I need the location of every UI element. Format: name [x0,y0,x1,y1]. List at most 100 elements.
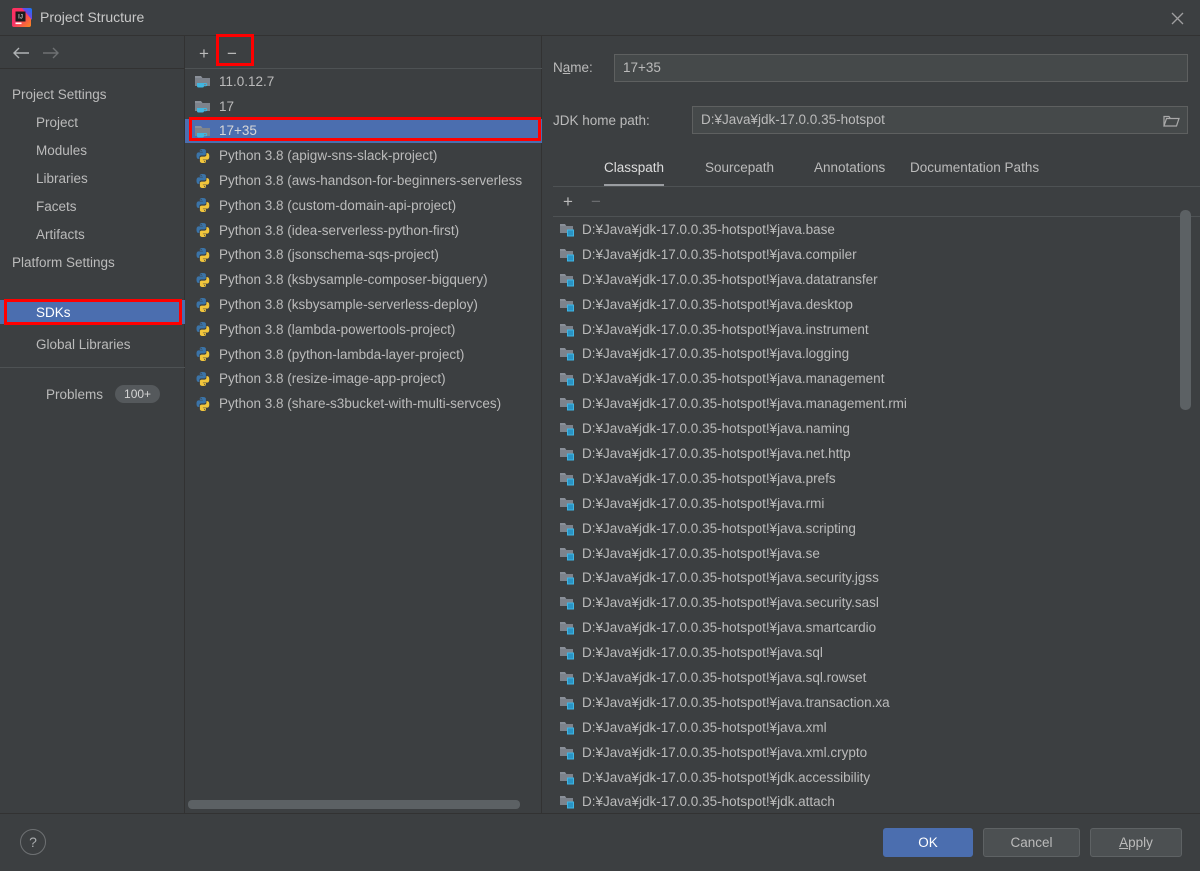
classpath-list-item[interactable]: D:¥Java¥jdk-17.0.0.35-hotspot!¥java.smar… [553,615,1200,640]
classpath-item-label: D:¥Java¥jdk-17.0.0.35-hotspot!¥jdk.attac… [582,794,835,810]
classpath-list-item[interactable]: D:¥Java¥jdk-17.0.0.35-hotspot!¥java.se [553,541,1200,566]
sdk-list-item[interactable]: Python 3.8 (lambda-powertools-project) [185,317,542,342]
classpath-list-item[interactable]: D:¥Java¥jdk-17.0.0.35-hotspot!¥java.rmi [553,491,1200,516]
classpath-list-item[interactable]: D:¥Java¥jdk-17.0.0.35-hotspot!¥java.net.… [553,441,1200,466]
classpath-list-item[interactable]: D:¥Java¥jdk-17.0.0.35-hotspot!¥jdk.attac… [553,789,1200,814]
sdk-list-item[interactable]: Python 3.8 (apigw-sns-slack-project) [185,143,542,168]
classpath-list-item[interactable]: D:¥Java¥jdk-17.0.0.35-hotspot!¥java.secu… [553,590,1200,615]
sdk-list-item[interactable]: Python 3.8 (jsonschema-sqs-project) [185,243,542,268]
classpath-list-item[interactable]: D:¥Java¥jdk-17.0.0.35-hotspot!¥java.sql [553,640,1200,665]
classpath-list-item[interactable]: D:¥Java¥jdk-17.0.0.35-hotspot!¥java.base [553,217,1200,242]
help-button[interactable]: ? [20,829,46,855]
sdk-list-item-label: Python 3.8 (apigw-sns-slack-project) [219,148,438,164]
classpath-list-item[interactable]: D:¥Java¥jdk-17.0.0.35-hotspot!¥java.mana… [553,391,1200,416]
classpath-list-item[interactable]: D:¥Java¥jdk-17.0.0.35-hotspot!¥java.secu… [553,565,1200,590]
classpath-item-label: D:¥Java¥jdk-17.0.0.35-hotspot!¥java.sql.… [582,669,867,685]
arrow-left-icon[interactable] [8,43,34,63]
intellij-idea-logo-icon: IJ [11,7,32,28]
add-sdk-button[interactable]: + [193,42,215,64]
classpath-list-item[interactable]: D:¥Java¥jdk-17.0.0.35-hotspot!¥java.xml [553,715,1200,740]
sdk-list-item-label: Python 3.8 (ksbysample-serverless-deploy… [219,297,478,313]
classpath-list-item[interactable]: D:¥Java¥jdk-17.0.0.35-hotspot!¥jdk.acces… [553,765,1200,790]
add-classpath-button[interactable]: + [557,192,579,212]
sidebar-item-label: SDKs [36,304,71,320]
ok-button[interactable]: OK [883,828,973,857]
sidebar-item-modules[interactable]: Modules [0,136,185,164]
classpath-list-item[interactable]: D:¥Java¥jdk-17.0.0.35-hotspot!¥java.mana… [553,366,1200,391]
sdk-list-item-label: 17+35 [219,123,257,139]
classpath-list-item[interactable]: D:¥Java¥jdk-17.0.0.35-hotspot!¥java.logg… [553,341,1200,366]
classpath-item-label: D:¥Java¥jdk-17.0.0.35-hotspot!¥java.secu… [582,595,879,611]
sdk-list-item[interactable]: Python 3.8 (ksbysample-serverless-deploy… [185,292,542,317]
sdk-list-item[interactable]: Python 3.8 (idea-serverless-python-first… [185,218,542,243]
classpath-list-item[interactable]: D:¥Java¥jdk-17.0.0.35-hotspot!¥java.comp… [553,242,1200,267]
sidebar-item-global-libraries[interactable]: Global Libraries [0,330,185,358]
module-folder-icon [560,348,574,361]
module-folder-icon [560,273,574,287]
title-bar: IJ Project Structure [0,0,1200,36]
sdk-name-input[interactable]: 17+35 [614,54,1188,82]
sdk-list-item[interactable]: Python 3.8 (resize-image-app-project) [185,367,542,392]
classpath-item-label: D:¥Java¥jdk-17.0.0.35-hotspot!¥java.comp… [582,246,857,262]
sdk-list-item[interactable]: 17+35 [185,118,542,144]
sdk-list-item-label: Python 3.8 (ksbysample-composer-bigquery… [219,272,488,288]
arrow-right-icon[interactable] [38,43,64,63]
classpath-item-label: D:¥Java¥jdk-17.0.0.35-hotspot!¥java.tran… [582,694,890,710]
module-folder-icon [560,696,574,710]
classpath-item-label: D:¥Java¥jdk-17.0.0.35-hotspot!¥java.desk… [582,296,853,312]
sdk-list-item-label: Python 3.8 (share-s3bucket-with-multi-se… [219,396,502,412]
classpath-list-item[interactable]: D:¥Java¥jdk-17.0.0.35-hotspot!¥java.nami… [553,416,1200,441]
sdk-list[interactable]: 11.0.12.7 17 17+35 Python 3.8 (apigw-sns-sl… [185,69,542,831]
remove-sdk-button[interactable]: − [221,42,243,64]
classpath-list-item[interactable]: D:¥Java¥jdk-17.0.0.35-hotspot!¥java.desk… [553,292,1200,317]
tab-documentation-paths[interactable]: Documentation Paths [910,154,1039,182]
classpath-list-item[interactable]: D:¥Java¥jdk-17.0.0.35-hotspot!¥java.scri… [553,516,1200,541]
sdk-list-item[interactable]: Python 3.8 (custom-domain-api-project) [185,193,542,218]
apply-button[interactable]: Apply [1090,828,1182,857]
sdk-list-item[interactable]: Python 3.8 (python-lambda-layer-project) [185,342,542,367]
classpath-list-item[interactable]: D:¥Java¥jdk-17.0.0.35-hotspot!¥java.tran… [553,690,1200,715]
tab-classpath[interactable]: Classpath [604,154,665,187]
sidebar-item-libraries[interactable]: Libraries [0,164,185,192]
folder-open-icon[interactable] [1161,112,1181,130]
tab-sourcepath[interactable]: Sourcepath [705,154,774,182]
sdk-list-item[interactable]: Python 3.8 (share-s3bucket-with-multi-se… [185,391,542,416]
classpath-list-item[interactable]: D:¥Java¥jdk-17.0.0.35-hotspot!¥java.data… [553,267,1200,292]
sdk-list-item[interactable]: Python 3.8 (ksbysample-composer-bigquery… [185,267,542,292]
classpath-list[interactable]: D:¥Java¥jdk-17.0.0.35-hotspot!¥java.base… [553,217,1200,849]
jdk-home-path-value: D:¥Java¥jdk-17.0.0.35-hotspot [701,112,885,127]
sidebar-item-facets[interactable]: Facets [0,192,185,220]
sdk-detail-panel: Name: 17+35 JDK home path: D:¥Java¥jdk-1… [542,36,1200,849]
classpath-item-label: D:¥Java¥jdk-17.0.0.35-hotspot!¥java.base [582,221,835,237]
classpath-list-item[interactable]: D:¥Java¥jdk-17.0.0.35-hotspot!¥java.pref… [553,466,1200,491]
classpath-item-label: D:¥Java¥jdk-17.0.0.35-hotspot!¥java.mana… [582,371,885,387]
sdk-list-toolbar: + − [185,36,542,69]
classpath-item-label: D:¥Java¥jdk-17.0.0.35-hotspot!¥java.xml [582,719,827,735]
cancel-button[interactable]: Cancel [983,828,1080,857]
classpath-item-label: D:¥Java¥jdk-17.0.0.35-hotspot!¥java.secu… [582,570,879,586]
sdk-list-item[interactable]: 17 [185,94,542,119]
jdk-folder-icon [195,125,210,138]
classpath-vscrollbar-thumb[interactable] [1180,210,1191,410]
sidebar-item-artifacts[interactable]: Artifacts [0,220,185,248]
python-icon [196,198,210,213]
classpath-list-item[interactable]: D:¥Java¥jdk-17.0.0.35-hotspot!¥java.inst… [553,317,1200,342]
classpath-item-label: D:¥Java¥jdk-17.0.0.35-hotspot!¥java.data… [582,271,878,287]
classpath-item-label: D:¥Java¥jdk-17.0.0.35-hotspot!¥java.net.… [582,445,851,461]
sidebar-item-label: Artifacts [36,226,85,242]
sidebar-item-project[interactable]: Project [0,108,185,136]
python-icon [196,297,210,312]
classpath-list-item[interactable]: D:¥Java¥jdk-17.0.0.35-hotspot!¥java.sql.… [553,665,1200,690]
jdk-home-path-input[interactable]: D:¥Java¥jdk-17.0.0.35-hotspot [692,106,1188,134]
sdk-list-item[interactable]: 11.0.12.7 [185,69,542,94]
sdk-list-hscrollbar-thumb[interactable] [188,800,520,809]
tab-annotations[interactable]: Annotations [814,154,885,182]
sidebar-item-sdks[interactable]: SDKs [0,300,185,324]
module-folder-icon [560,597,574,610]
sdk-list-item[interactable]: Python 3.8 (aws-handson-for-beginners-se… [185,168,542,193]
sidebar-item-problems[interactable]: Problems 100+ [0,380,185,408]
module-folder-icon [560,572,574,585]
module-folder-icon [560,547,574,561]
classpath-list-item[interactable]: D:¥Java¥jdk-17.0.0.35-hotspot!¥java.xml.… [553,740,1200,765]
close-icon[interactable] [1154,0,1200,36]
